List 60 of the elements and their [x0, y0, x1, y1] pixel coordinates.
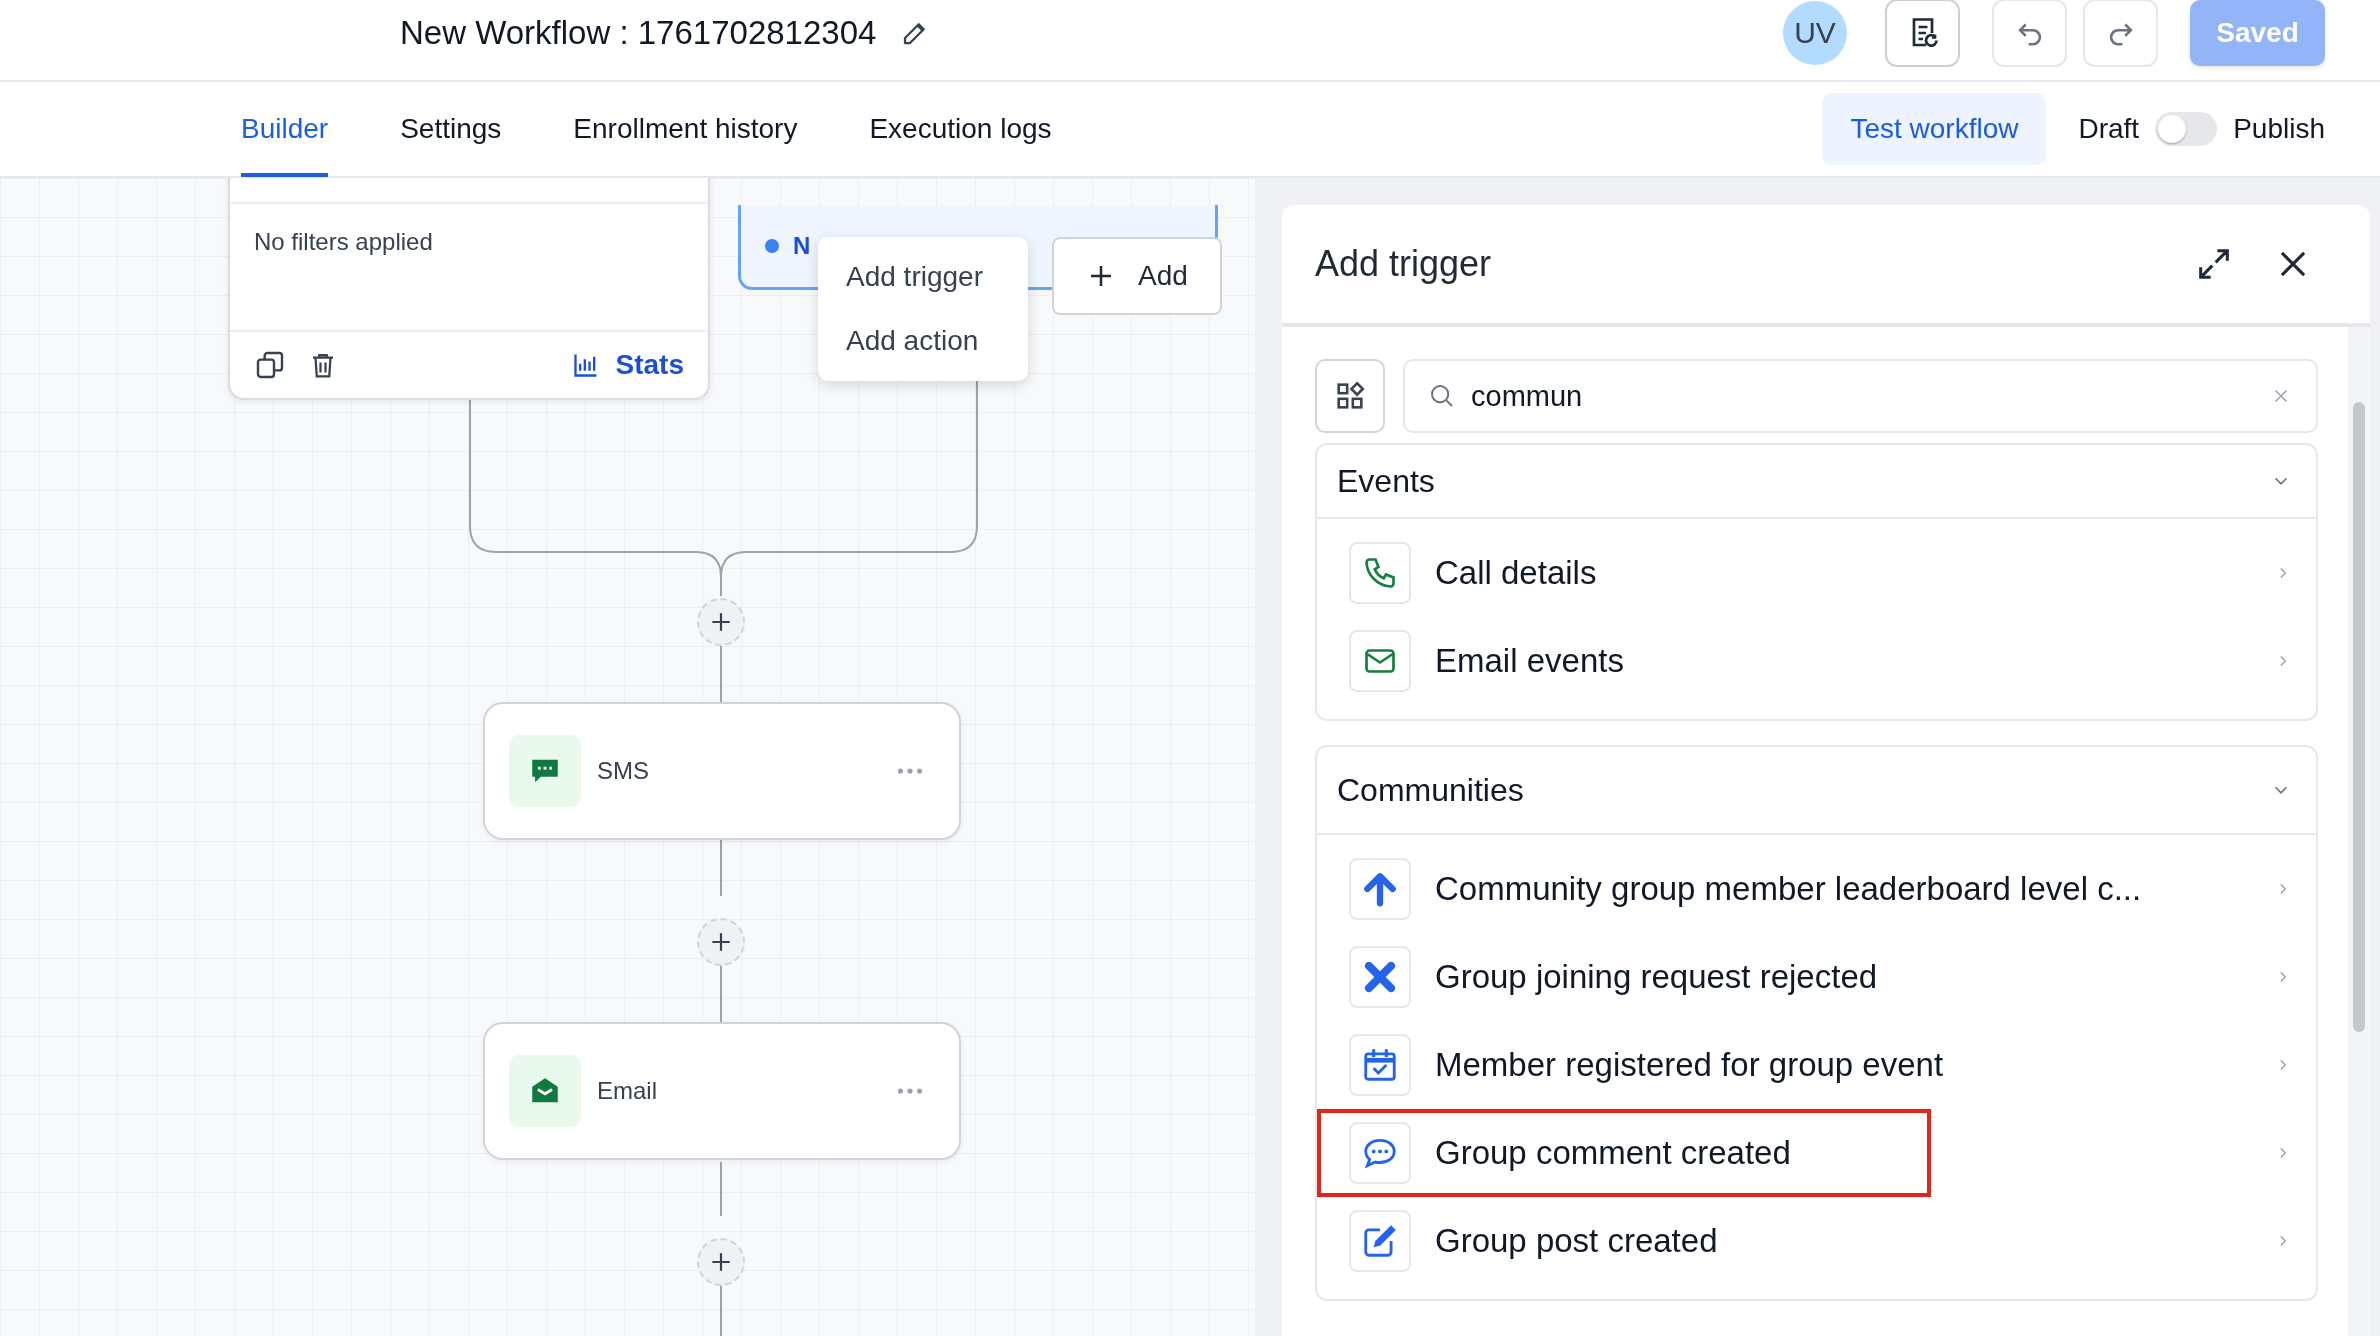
search-input[interactable]: commun [1469, 378, 2258, 414]
trigger-option-label: Community group member leaderboard level c... [1435, 870, 2142, 908]
user-avatar[interactable]: UV [1783, 1, 1847, 65]
trigger-option-label: Call details [1435, 554, 1597, 592]
add-step-button[interactable] [697, 1238, 745, 1286]
trigger-option[interactable]: Group post created [1317, 1197, 2316, 1285]
status-dot-icon [765, 239, 779, 253]
filter-status: No filters applied [254, 228, 434, 256]
trigger-option[interactable]: Member registered for group event [1317, 1021, 2316, 1109]
trigger-option[interactable]: Group comment created [1317, 1109, 2316, 1197]
action-card[interactable]: SMS [483, 702, 961, 840]
trigger-option[interactable]: Call details [1317, 529, 2316, 617]
connector-line [720, 1161, 722, 1217]
undo-button[interactable] [1992, 0, 2067, 67]
workflow-title: New Workflow : 1761702812304 [400, 14, 877, 52]
trigger-name: N [793, 232, 811, 260]
calendar-check-icon [1349, 1034, 1411, 1096]
scrollbar-thumb[interactable] [2353, 402, 2365, 1032]
add-button[interactable]: Add [1052, 237, 1222, 315]
trigger-option[interactable]: Group joining request rejected [1317, 933, 2316, 1021]
trigger-option-label: Group post created [1435, 1222, 1718, 1260]
cross-icon [1349, 946, 1411, 1008]
connector-line [720, 643, 722, 703]
publish-toggle[interactable] [2155, 112, 2218, 146]
arrow-up-icon [1349, 858, 1411, 920]
action-name: SMS [597, 757, 649, 785]
tab[interactable]: Execution logs [869, 81, 1052, 177]
tab[interactable]: Settings [400, 81, 502, 177]
add-step-button[interactable] [697, 918, 745, 966]
draft-label: Draft [2078, 113, 2140, 145]
action-name: Email [597, 1077, 657, 1105]
chat-bubble-icon [1349, 1122, 1411, 1184]
action-card[interactable]: Email [483, 1022, 961, 1160]
trigger-option-label: Group joining request rejected [1435, 958, 1878, 996]
categories-button[interactable] [1315, 359, 1385, 433]
test-workflow-button[interactable]: Test workflow [1822, 93, 2047, 165]
trigger-option-label: Member registered for group event [1435, 1046, 1944, 1084]
phone-icon [1349, 542, 1411, 604]
trigger-option-label: Group comment created [1435, 1134, 1791, 1172]
publish-label: Publish [2233, 113, 2325, 145]
copy-icon[interactable] [254, 349, 286, 381]
chat-bubble-icon [509, 735, 581, 807]
document-refresh-button[interactable] [1885, 0, 1960, 67]
trigger-option-label: Email events [1435, 642, 1624, 680]
add-step-button[interactable] [697, 598, 745, 646]
envelope-icon [1349, 630, 1411, 692]
trigger-option[interactable]: Community group member leaderboard level c... [1317, 845, 2316, 933]
envelope-icon [509, 1055, 581, 1127]
panel-title: Add trigger [1315, 243, 1492, 285]
tab[interactable]: Enrollment history [573, 81, 798, 177]
trigger-option[interactable]: Email events [1317, 617, 2316, 705]
menu-item[interactable]: Add action [818, 309, 1028, 373]
search-field[interactable]: commun [1403, 359, 2318, 433]
section-title: Communities [1337, 771, 1524, 809]
redo-button[interactable] [2083, 0, 2158, 67]
section-title: Events [1337, 462, 1435, 500]
menu-item[interactable]: Add trigger [818, 245, 1028, 309]
stats-button[interactable]: Stats [571, 349, 684, 381]
connector-line [720, 839, 722, 897]
edit-icon [1349, 1210, 1411, 1272]
